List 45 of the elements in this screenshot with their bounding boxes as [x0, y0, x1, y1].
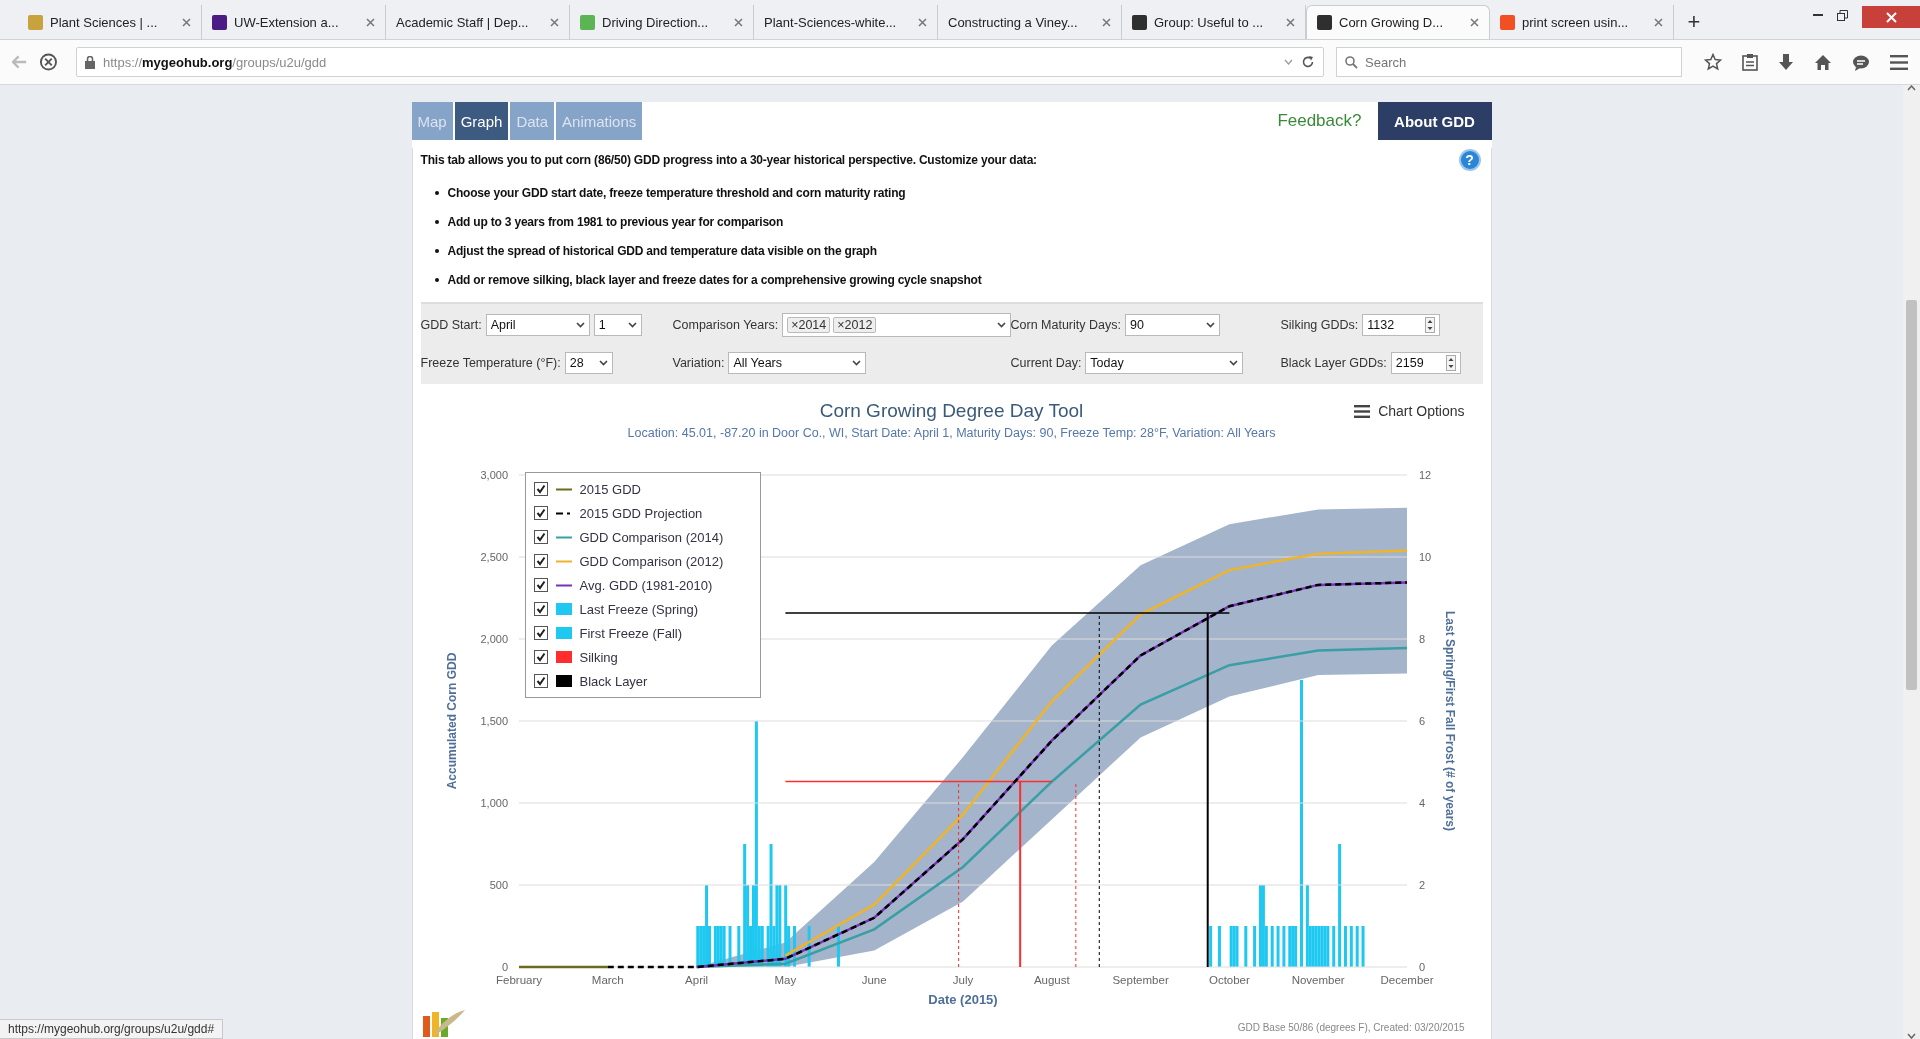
chart-title: Corn Growing Degree Day Tool: [819, 400, 1084, 422]
axis-title: Accumulated Corn GDD: [444, 652, 459, 790]
field-label: Current Day:: [1010, 356, 1082, 370]
axis-tick-label: November: [1291, 974, 1345, 986]
field-label: Corn Maturity Days:: [1010, 318, 1121, 332]
field-label: Variation:: [672, 356, 725, 370]
axis-tick-label: April: [684, 974, 708, 986]
field-label: Black Layer GDDs:: [1280, 356, 1387, 370]
chart-subtitle: Location: 45.01, -87.20 in Door Co., WI, Start Date: April 1, Maturity Days: 90, Freeze Temp: 28°F, Variation: All Years: [627, 426, 1276, 440]
field-label: Silking GDDs:: [1280, 318, 1359, 332]
axis-tick-label: 8: [1418, 633, 1425, 645]
axis-tick-label: 10: [1418, 551, 1431, 563]
axis-tick-label: 1,000: [479, 797, 508, 809]
bullet-text: Choose your GDD start date, freeze temperature threshold and corn maturity rating: [447, 185, 906, 200]
bullet-text: Add or remove silking, black layer and freeze dates for a comprehensive growing cycle snapshot: [447, 272, 982, 287]
bullet-text: Adjust the spread of historical GDD and temperature data visible on the graph: [447, 243, 877, 258]
axis-title: Last Spring/First Fall Frost (# of years): [1442, 611, 1457, 831]
axis-tick-label: February: [495, 974, 542, 986]
axis-tick-label: 2: [1418, 879, 1425, 891]
chart-footnote: GDD Base 50/86 (degrees F), Created: 03/20/2015: [1237, 1022, 1465, 1033]
axis-tick-label: September: [1111, 974, 1169, 986]
axis-tick-label: May: [774, 974, 796, 986]
axis-tick-label: July: [952, 974, 973, 986]
axis-tick-label: December: [1379, 974, 1434, 986]
axis-tick-label: 1,500: [479, 715, 508, 727]
axis-tick-label: March: [591, 974, 624, 986]
status-url: https://mygeohub.org/groups/u2u/gdd#: [0, 1019, 224, 1039]
axis-tick-label: 2,000: [479, 633, 508, 645]
axis-tick-label: 6: [1418, 715, 1425, 727]
intro-text: This tab allows you to put corn (86/50) GDD progress into a 30-year historical perspective. Customize your data:: [420, 153, 1038, 167]
axis-tick-label: 0: [1418, 961, 1425, 973]
axis-tick-label: 12: [1418, 469, 1431, 481]
field-label: GDD Start:: [420, 318, 482, 332]
axis-title: Date (2015): [927, 992, 998, 1007]
axis-tick-label: 0: [501, 961, 508, 973]
axis-tick-label: June: [861, 974, 887, 986]
axis-tick-label: 3,000: [479, 469, 508, 481]
field-label: Freeze Temperature (°F):: [420, 356, 561, 370]
bullet-text: Add up to 3 years from 1981 to previous year for comparison: [447, 214, 784, 229]
axis-tick-label: 4: [1418, 797, 1425, 809]
axis-tick-label: 500: [489, 879, 508, 891]
axis-tick-label: 2,500: [479, 551, 508, 563]
axis-tick-label: August: [1033, 974, 1070, 986]
field-label: Comparison Years:: [672, 318, 779, 332]
axis-tick-label: October: [1208, 974, 1250, 986]
